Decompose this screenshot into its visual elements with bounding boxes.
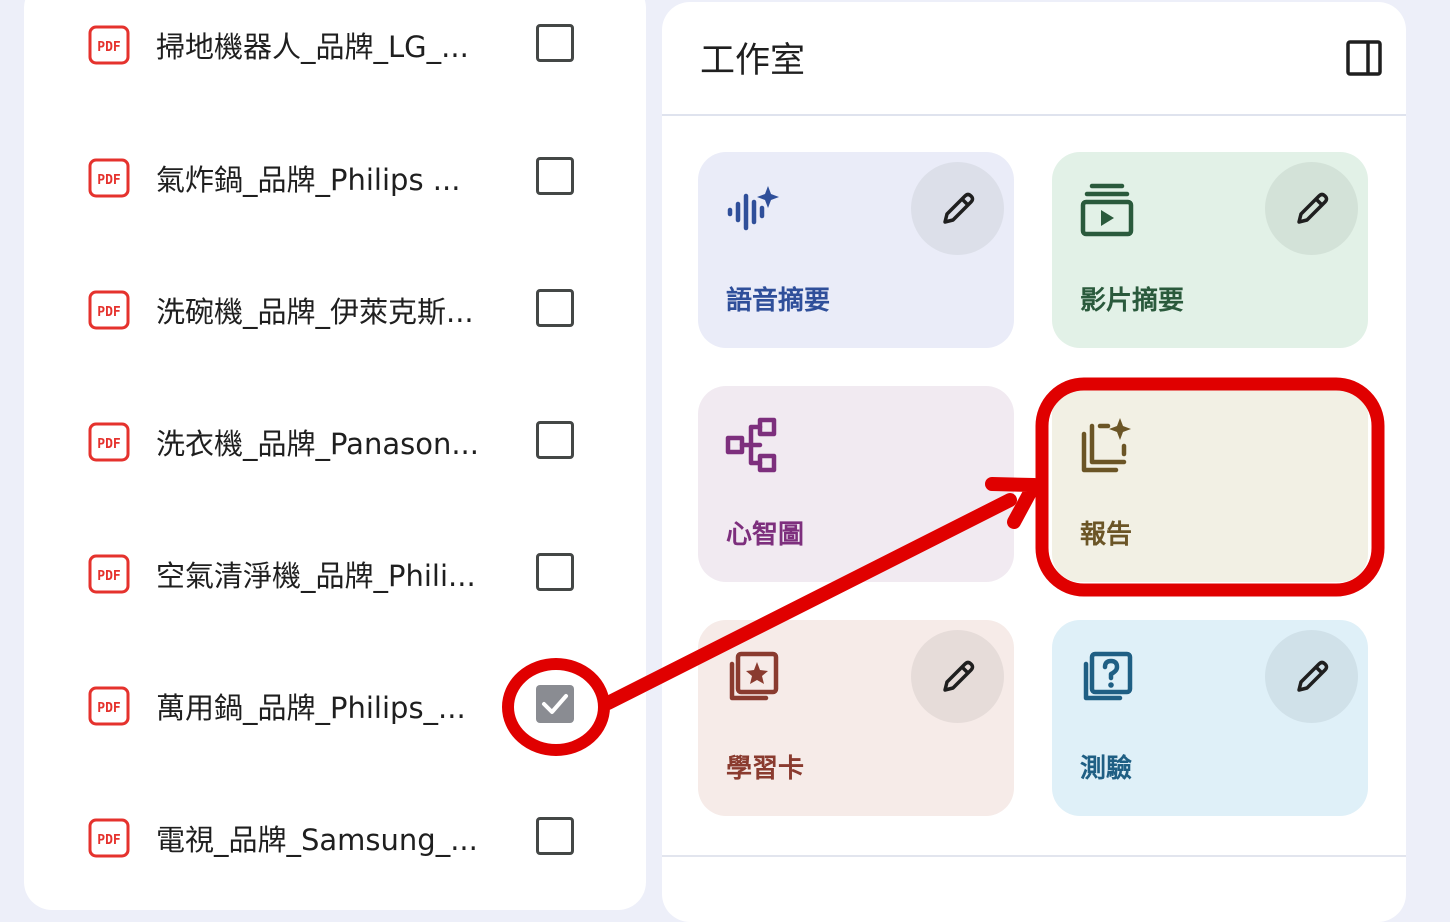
studio-tile-label: 語音摘要 xyxy=(726,286,831,316)
divider xyxy=(662,855,1406,857)
source-title: 氣炸鍋_品牌_Philips ... xyxy=(156,163,461,197)
pencil-icon xyxy=(1297,192,1329,224)
collapse-panel-icon[interactable] xyxy=(1346,40,1382,76)
studio-tile-video-overview[interactable]: 影片摘要 xyxy=(1052,152,1368,348)
edit-button[interactable] xyxy=(1265,630,1358,723)
source-title: 洗碗機_品牌_伊萊克斯... xyxy=(156,295,474,329)
pencil-icon xyxy=(943,660,975,692)
edit-button[interactable] xyxy=(911,162,1004,255)
studio-tile-label: 影片摘要 xyxy=(1080,286,1185,316)
pencil-icon xyxy=(1297,660,1329,692)
source-item[interactable]: PDF 氣炸鍋_品牌_Philips ... xyxy=(88,148,588,208)
flashcards-icon xyxy=(729,651,779,701)
pdf-file-icon: PDF xyxy=(88,686,130,726)
studio-title: 工作室 xyxy=(700,41,806,81)
source-checkbox[interactable] xyxy=(536,553,574,591)
source-item[interactable]: PDF 電視_品牌_Samsung_... xyxy=(88,808,588,868)
edit-button[interactable] xyxy=(1265,162,1358,255)
pdf-file-icon: PDF xyxy=(88,25,130,65)
source-checkbox[interactable] xyxy=(536,421,574,459)
studio-tile-label: 學習卡 xyxy=(726,754,805,784)
studio-tile-flashcards[interactable]: 學習卡 xyxy=(698,620,1014,816)
source-item[interactable]: PDF 洗碗機_品牌_伊萊克斯... xyxy=(88,280,588,340)
source-item[interactable]: PDF 空氣清淨機_品牌_Phili... xyxy=(88,544,588,604)
studio-tile-audio-overview[interactable]: 語音摘要 xyxy=(698,152,1014,348)
studio-header: 工作室 xyxy=(662,2,1406,116)
audio-overview-icon xyxy=(727,186,779,231)
pdf-file-icon: PDF xyxy=(88,290,130,330)
source-item[interactable]: PDF 掃地機器人_品牌_LG_... xyxy=(88,15,588,75)
svg-text:PDF: PDF xyxy=(97,437,121,452)
studio-tile-quiz[interactable]: 測驗 xyxy=(1052,620,1368,816)
mind-map-icon xyxy=(725,417,777,473)
svg-text:PDF: PDF xyxy=(97,40,121,55)
source-item[interactable]: PDF 萬用鍋_品牌_Philips_... xyxy=(88,676,588,736)
source-checkbox[interactable] xyxy=(536,289,574,327)
pdf-file-icon: PDF xyxy=(88,554,130,594)
source-checkbox-checked[interactable] xyxy=(536,685,574,723)
studio-tile-label: 心智圖 xyxy=(726,520,805,550)
source-title: 空氣清淨機_品牌_Phili... xyxy=(156,559,476,593)
source-title: 洗衣機_品牌_Panason... xyxy=(156,427,479,461)
source-checkbox[interactable] xyxy=(536,24,574,62)
studio-panel: 工作室 語音摘要 影片摘要心智圖 報告學習卡 測驗 xyxy=(662,2,1406,922)
source-checkbox[interactable] xyxy=(536,157,574,195)
source-title: 萬用鍋_品牌_Philips_... xyxy=(156,691,466,725)
sources-panel: PDF 掃地機器人_品牌_LG_... PDF 氣炸鍋_品牌_Philips .… xyxy=(24,0,646,910)
pdf-file-icon: PDF xyxy=(88,158,130,198)
pencil-icon xyxy=(943,192,975,224)
source-title: 電視_品牌_Samsung_... xyxy=(156,823,478,857)
studio-tile-label: 報告 xyxy=(1080,520,1133,550)
checkmark-icon xyxy=(542,694,568,714)
quiz-icon xyxy=(1083,651,1133,701)
report-icon xyxy=(1081,418,1131,473)
pdf-file-icon: PDF xyxy=(88,818,130,858)
source-checkbox[interactable] xyxy=(536,817,574,855)
svg-text:PDF: PDF xyxy=(97,173,121,188)
edit-button[interactable] xyxy=(911,630,1004,723)
studio-tile-mind-map[interactable]: 心智圖 xyxy=(698,386,1014,582)
source-title: 掃地機器人_品牌_LG_... xyxy=(156,30,469,64)
svg-text:PDF: PDF xyxy=(97,569,121,584)
studio-tile-label: 測驗 xyxy=(1080,754,1133,784)
studio-tile-report[interactable]: 報告 xyxy=(1052,386,1368,582)
video-overview-icon xyxy=(1080,183,1134,237)
pdf-file-icon: PDF xyxy=(88,422,130,462)
svg-text:PDF: PDF xyxy=(97,833,121,848)
svg-text:PDF: PDF xyxy=(97,701,121,716)
svg-text:PDF: PDF xyxy=(97,305,121,320)
source-item[interactable]: PDF 洗衣機_品牌_Panason... xyxy=(88,412,588,472)
